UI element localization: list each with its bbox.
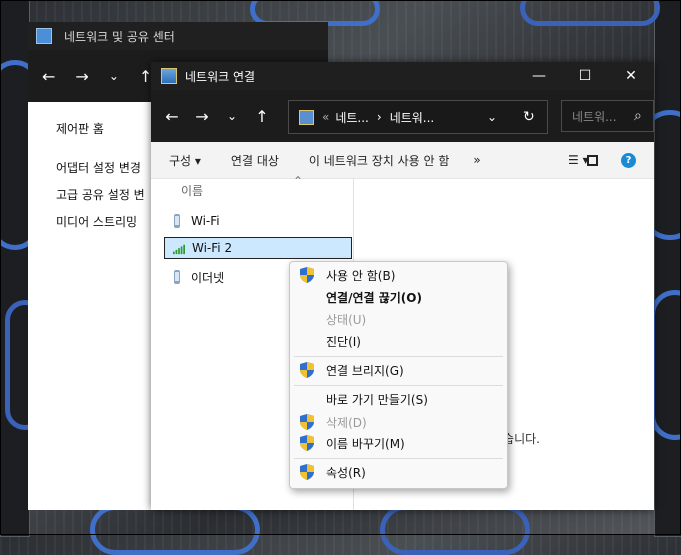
menu-item-label: 상태(U)	[326, 312, 367, 327]
menu-separator	[294, 458, 503, 459]
uac-shield-icon	[300, 414, 314, 430]
name-column-header[interactable]: 이름 ⌃	[151, 174, 353, 202]
name-column-label: 이름	[181, 183, 204, 198]
main-window-titlebar: 네트워크 연결 — ☐ ✕	[151, 62, 654, 90]
uac-shield-icon	[300, 267, 314, 283]
menu-item-create-shortcut[interactable]: 바로 가기 만들기(S)	[290, 388, 507, 410]
menu-item-label: 삭제(D)	[326, 415, 367, 430]
disable-device-button[interactable]: 이 네트워크 장치 사용 안 함	[309, 152, 450, 169]
list-item[interactable]: Wi-Fi 2	[164, 237, 352, 259]
menu-item-connect-disconnect[interactable]: 연결/연결 끊기(O)	[290, 286, 507, 308]
uac-shield-icon	[300, 362, 314, 378]
up-arrow-icon[interactable]: ↑	[247, 107, 277, 126]
sort-ascending-icon: ⌃	[293, 174, 304, 188]
preview-pane-icon[interactable]	[587, 154, 598, 166]
address-dropdown-icon[interactable]: ⌄	[487, 110, 497, 124]
breadcrumb-separator-icon: ›	[376, 110, 382, 124]
ethernet-adapter-icon	[172, 270, 184, 284]
menu-item-rename[interactable]: 이름 바꾸기(M)	[290, 432, 507, 454]
maximize-button[interactable]: ☐	[562, 62, 608, 90]
command-bar: 구성 ▾ 연결 대상 이 네트워크 장치 사용 안 함 » ☰ ▾ ?	[151, 142, 654, 179]
menu-item-label: 사용 안 함(B)	[326, 268, 396, 283]
forward-arrow-icon[interactable]: →	[75, 67, 88, 86]
menu-item-label: 연결/연결 끊기(O)	[326, 290, 422, 305]
more-commands-button[interactable]: »	[473, 153, 480, 167]
breadcrumb-segment-1[interactable]: 네트...	[335, 109, 369, 126]
menu-item-status: 상태(U)	[290, 308, 507, 330]
organize-menu[interactable]: 구성 ▾	[169, 152, 201, 169]
list-item-label: 이더넷	[191, 270, 225, 285]
refresh-icon[interactable]: ↻	[523, 109, 535, 125]
menu-item-diagnose[interactable]: 진단(I)	[290, 330, 507, 352]
address-overflow-icon[interactable]: «	[322, 110, 329, 124]
menu-item-label: 이름 바꾸기(M)	[326, 436, 405, 451]
menu-item-label: 속성(R)	[326, 465, 366, 480]
bg-window-titlebar: 네트워크 및 공유 센터	[28, 22, 328, 50]
menu-item-label: 연결 브리지(G)	[326, 363, 404, 378]
bg-window-title: 네트워크 및 공유 센터	[64, 29, 175, 44]
search-input[interactable]: 네트워... ⌕	[561, 100, 654, 132]
network-center-icon	[36, 28, 52, 44]
search-placeholder: 네트워...	[572, 109, 617, 124]
menu-item-properties[interactable]: 속성(R)	[290, 461, 507, 483]
help-icon[interactable]: ?	[621, 152, 636, 168]
connect-to-button[interactable]: 연결 대상	[231, 152, 279, 169]
wifi-signal-icon	[173, 241, 185, 255]
wifi-adapter-icon	[172, 214, 184, 228]
menu-item-delete: 삭제(D)	[290, 411, 507, 433]
search-icon: ⌕	[634, 108, 642, 124]
back-arrow-icon[interactable]: ←	[42, 67, 55, 86]
forward-arrow-icon[interactable]: →	[187, 107, 217, 126]
menu-item-disable[interactable]: 사용 안 함(B)	[290, 264, 507, 286]
list-item-label: Wi-Fi	[191, 214, 220, 228]
menu-item-label: 진단(I)	[326, 334, 361, 349]
menu-separator	[294, 356, 503, 357]
list-item-label: Wi-Fi 2	[192, 241, 233, 255]
chevron-down-icon[interactable]: ⌄	[217, 109, 247, 123]
menu-separator	[294, 385, 503, 386]
chevron-down-icon[interactable]: ⌄	[109, 69, 119, 83]
navigation-bar: ← → ⌄ ↑ « 네트... › 네트워... ⌄ ↻ 네트워... ⌕	[151, 90, 654, 142]
list-item[interactable]: Wi-Fi	[164, 210, 352, 232]
network-connections-icon	[161, 68, 177, 84]
address-bar[interactable]: « 네트... › 네트워... ⌄ ↻	[288, 100, 548, 134]
uac-shield-icon	[300, 464, 314, 480]
uac-shield-icon	[300, 435, 314, 451]
view-options-button[interactable]: ☰ ▾	[568, 153, 589, 167]
breadcrumb-segment-2[interactable]: 네트워...	[390, 109, 435, 126]
close-button[interactable]: ✕	[608, 62, 654, 90]
menu-item-label: 바로 가기 만들기(S)	[326, 392, 428, 407]
main-window-title: 네트워크 연결	[185, 69, 256, 84]
menu-item-bridge[interactable]: 연결 브리지(G)	[290, 359, 507, 381]
minimize-button[interactable]: —	[516, 62, 562, 90]
context-menu: 사용 안 함(B) 연결/연결 끊기(O) 상태(U) 진단(I) 연결 브리지…	[289, 261, 508, 489]
folder-location-icon	[299, 109, 314, 125]
back-arrow-icon[interactable]: ←	[157, 107, 187, 126]
